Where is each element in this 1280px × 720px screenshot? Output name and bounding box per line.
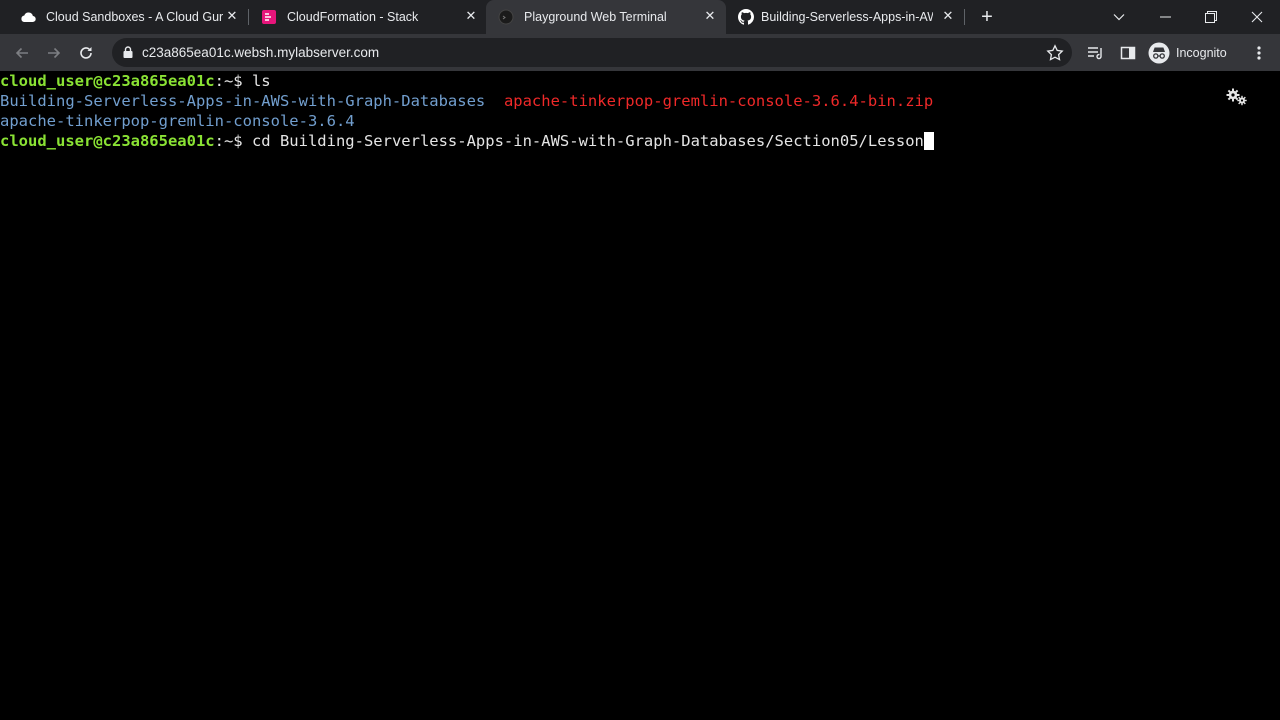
github-icon: [738, 9, 754, 25]
tab-cloud-sandboxes[interactable]: Cloud Sandboxes - A Cloud Guru ✕: [8, 0, 246, 34]
tab-github-repo[interactable]: Building-Serverless-Apps-in-AWS ✕: [726, 0, 964, 34]
chevron-down-icon: [1113, 14, 1125, 21]
directory-entry: apache-tinkerpop-gremlin-console-3.6.4: [0, 112, 355, 130]
prompt-separator: :~$: [214, 132, 252, 150]
shell-prompt: cloud_user@c23a865ea01c: [0, 132, 215, 150]
terminal-line: cloud_user@c23a865ea01c:~$ cd Building-S…: [0, 131, 934, 151]
incognito-indicator[interactable]: Incognito: [1148, 41, 1227, 65]
shell-command: ls: [251, 72, 271, 90]
close-icon[interactable]: ✕: [224, 8, 240, 24]
incognito-icon: [1148, 42, 1170, 64]
tab-title: Cloud Sandboxes - A Cloud Guru: [46, 10, 224, 24]
close-icon: [1251, 11, 1263, 23]
side-panel-icon: [1120, 46, 1136, 60]
arrow-right-icon: [48, 47, 61, 59]
tab-divider: [964, 9, 965, 25]
tab-title: Building-Serverless-Apps-in-AWS: [761, 10, 933, 24]
arrow-left-icon: [15, 47, 28, 59]
tab-cloudformation[interactable]: CloudFormation - Stack ✕: [249, 0, 487, 34]
close-icon[interactable]: ✕: [463, 8, 479, 24]
restore-button[interactable]: [1188, 0, 1234, 34]
forward-button[interactable]: [41, 40, 67, 66]
restore-icon: [1205, 11, 1217, 23]
lock-icon[interactable]: [121, 45, 135, 59]
tab-title: Playground Web Terminal: [524, 10, 667, 24]
minimize-icon: [1159, 16, 1171, 18]
prompt-separator: :~$: [214, 72, 252, 90]
terminal-line: Building-Serverless-Apps-in-AWS-with-Gra…: [0, 91, 933, 111]
playlist-icon: [1088, 47, 1102, 60]
new-tab-button[interactable]: +: [977, 7, 997, 27]
terminal-cursor: [923, 132, 934, 150]
close-icon[interactable]: ✕: [940, 8, 956, 24]
browser-window: Cloud Sandboxes - A Cloud Guru ✕ CloudFo…: [0, 0, 1280, 720]
star-icon[interactable]: [1046, 44, 1064, 62]
minimize-button[interactable]: [1142, 0, 1188, 34]
incognito-label: Incognito: [1176, 46, 1227, 60]
settings-gears-icon[interactable]: [1226, 87, 1248, 107]
tab-title: CloudFormation - Stack: [287, 10, 419, 24]
more-vertical-icon: [1257, 46, 1261, 60]
close-window-button[interactable]: [1234, 0, 1280, 34]
cloud-icon: [20, 9, 36, 25]
directory-entry: Building-Serverless-Apps-in-AWS-with-Gra…: [0, 92, 486, 110]
terminal-line: cloud_user@c23a865ea01c:~$ ls: [0, 71, 271, 91]
reload-button[interactable]: [73, 40, 99, 66]
cloudformation-icon: [261, 9, 277, 25]
browser-toolbar: c23a865ea01c.websh.mylabserver.com Incog…: [0, 34, 1280, 71]
terminal-line: apache-tinkerpop-gremlin-console-3.6.4: [0, 111, 355, 131]
web-terminal[interactable]: cloud_user@c23a865ea01c:~$ ls Building-S…: [0, 71, 1280, 720]
column-gap: [485, 92, 504, 110]
back-button[interactable]: [9, 40, 35, 66]
side-panel-button[interactable]: [1115, 40, 1141, 66]
terminal-scrollbar[interactable]: [1270, 71, 1280, 720]
archive-entry: apache-tinkerpop-gremlin-console-3.6.4-b…: [503, 92, 934, 110]
close-icon[interactable]: ✕: [702, 8, 718, 24]
url-text: c23a865ea01c.websh.mylabserver.com: [142, 45, 380, 60]
tab-strip: Cloud Sandboxes - A Cloud Guru ✕ CloudFo…: [0, 0, 1280, 34]
browser-menu-button[interactable]: [1246, 40, 1272, 66]
shell-command-input: cd Building-Serverless-Apps-in-AWS-with-…: [251, 132, 924, 150]
reading-list-button[interactable]: [1083, 40, 1109, 66]
reload-icon: [80, 47, 92, 59]
shell-prompt: cloud_user@c23a865ea01c: [0, 72, 215, 90]
terminal-globe-icon: [498, 9, 514, 25]
tab-playground-web-terminal[interactable]: Playground Web Terminal ✕: [486, 0, 726, 34]
address-bar[interactable]: c23a865ea01c.websh.mylabserver.com: [112, 38, 1072, 67]
tab-search-button[interactable]: [1096, 0, 1142, 34]
